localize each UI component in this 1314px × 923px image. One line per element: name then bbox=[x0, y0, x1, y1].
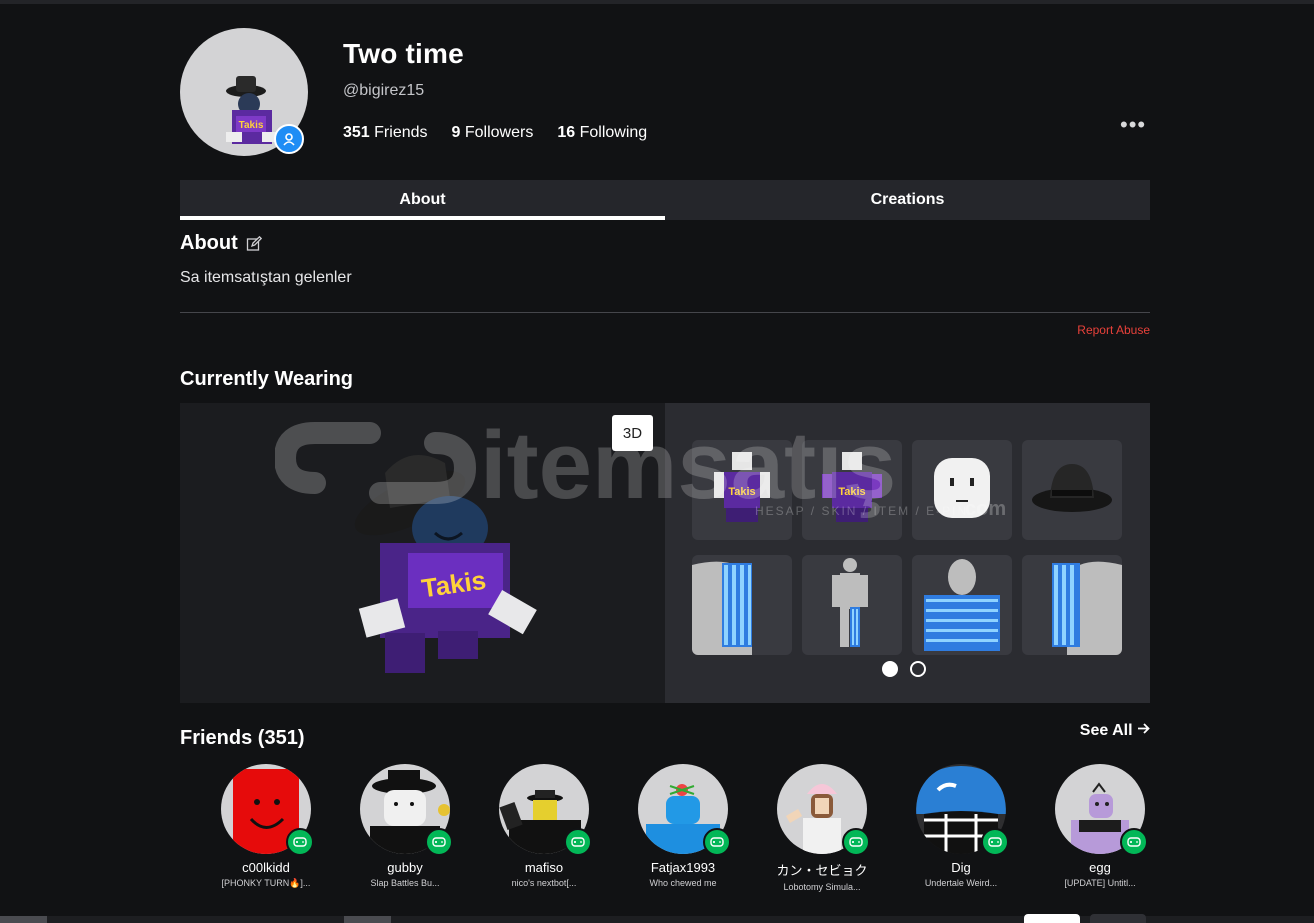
wearing-item-1[interactable]: Takis bbox=[692, 440, 792, 540]
friend-name: gubby bbox=[387, 860, 423, 875]
friend-game: [PHONKY TURN🔥]... bbox=[221, 878, 311, 888]
see-all-friends-link[interactable]: See All bbox=[1080, 722, 1150, 740]
about-heading: About bbox=[180, 232, 262, 255]
username: @bigirez15 bbox=[343, 82, 425, 99]
edit-icon[interactable] bbox=[246, 235, 262, 252]
followers-count[interactable]: 9 Followers bbox=[452, 124, 534, 142]
friend-card[interactable]: egg [UPDATE] Untitl... bbox=[1035, 764, 1165, 888]
friend-name: Dig bbox=[951, 860, 971, 875]
friend-card[interactable]: c00lkidd [PHONKY TURN🔥]... bbox=[201, 764, 331, 889]
svg-text:Takis: Takis bbox=[838, 486, 865, 498]
friend-name: mafiso bbox=[524, 860, 564, 875]
in-game-icon bbox=[286, 828, 314, 856]
friend-card[interactable]: mafiso nico's nextbot[... bbox=[479, 764, 609, 888]
wearing-item-3[interactable] bbox=[912, 440, 1012, 540]
wearing-item-2[interactable]: Takis bbox=[802, 440, 902, 540]
wearing-item-8[interactable] bbox=[1022, 555, 1122, 655]
wearing-item-4[interactable] bbox=[1022, 440, 1122, 540]
following-count[interactable]: 16 Following bbox=[557, 124, 647, 142]
bottom-strip-segment bbox=[344, 916, 391, 923]
in-game-icon bbox=[842, 828, 870, 856]
page-dot-1[interactable] bbox=[882, 661, 898, 677]
display-name: Two time bbox=[343, 38, 464, 69]
in-game-icon bbox=[425, 828, 453, 856]
checker-left-arm-icon bbox=[692, 561, 752, 655]
profile-tabs: About Creations bbox=[180, 180, 1150, 220]
tab-about[interactable]: About bbox=[180, 180, 665, 220]
friends-count[interactable]: 351 Friends bbox=[343, 124, 428, 142]
arrow-right-icon bbox=[1138, 723, 1150, 734]
wearing-item-7[interactable] bbox=[912, 555, 1012, 655]
bottom-strip-segment bbox=[0, 916, 47, 923]
friend-game: nico's nextbot[... bbox=[511, 878, 577, 888]
about-description: Sa itemsatıştan gelenler bbox=[180, 269, 352, 286]
wearing-items-grid: Takis Takis bbox=[665, 403, 1150, 703]
friend-name: Fatjax1993 bbox=[650, 860, 716, 875]
friend-name: カン・セビョク bbox=[776, 863, 868, 878]
pagination-dots bbox=[882, 661, 926, 677]
bottom-tab-stub[interactable] bbox=[1090, 914, 1146, 923]
top-border bbox=[0, 0, 1314, 4]
friend-card[interactable]: Dig Undertale Weird... bbox=[896, 764, 1026, 888]
takis-shirt-icon: Takis bbox=[714, 452, 770, 522]
wearing-item-6[interactable] bbox=[802, 555, 902, 655]
more-options-icon[interactable]: ••• bbox=[1120, 112, 1146, 138]
avatar-render-icon: Takis bbox=[354, 455, 537, 673]
user-badge-icon bbox=[274, 124, 304, 154]
friend-game: Undertale Weird... bbox=[924, 878, 998, 888]
profile-stats: 351 Friends 9 Followers 16 Following bbox=[343, 124, 647, 142]
in-game-icon bbox=[703, 828, 731, 856]
checker-right-arm-icon bbox=[1052, 561, 1122, 655]
in-game-icon bbox=[1120, 828, 1148, 856]
checker-torso-icon bbox=[924, 559, 1000, 651]
fedora-hat-icon bbox=[1032, 464, 1112, 512]
avatar-3d-viewer[interactable]: Takis bbox=[180, 403, 665, 703]
in-game-icon bbox=[981, 828, 1009, 856]
report-abuse-link[interactable]: Report Abuse bbox=[1077, 323, 1150, 337]
tab-creations[interactable]: Creations bbox=[665, 180, 1150, 220]
page-dot-2[interactable] bbox=[910, 661, 926, 677]
friend-card[interactable]: gubby Slap Battles Bu... bbox=[340, 764, 470, 888]
divider bbox=[180, 312, 1150, 313]
friend-name: egg bbox=[1089, 860, 1111, 875]
friend-game: Who chewed me bbox=[649, 878, 717, 888]
svg-text:Takis: Takis bbox=[239, 120, 264, 131]
takis-pants-icon: Takis bbox=[822, 452, 882, 522]
friend-game: [UPDATE] Untitl... bbox=[1064, 878, 1136, 888]
friend-card[interactable]: カン・セビョク Lobotomy Simula... bbox=[757, 764, 887, 892]
currently-wearing-panel: Takis 3D Takis Takis itemsatış HESAP / S… bbox=[180, 403, 1150, 703]
3d-toggle-button[interactable]: 3D bbox=[612, 415, 653, 451]
checker-leg-icon bbox=[832, 558, 868, 647]
wearing-item-5[interactable] bbox=[692, 555, 792, 655]
face-icon bbox=[934, 458, 990, 518]
friend-card[interactable]: Fatjax1993 Who chewed me bbox=[618, 764, 748, 888]
bottom-tab-stub[interactable] bbox=[1024, 914, 1080, 923]
in-game-icon bbox=[564, 828, 592, 856]
currently-wearing-heading: Currently Wearing bbox=[180, 368, 353, 390]
friends-heading: Friends (351) bbox=[180, 727, 305, 749]
friends-list: c00lkidd [PHONKY TURN🔥]... gubby Slap Ba… bbox=[201, 764, 1150, 894]
friend-game: Slap Battles Bu... bbox=[370, 878, 440, 888]
friend-game: Lobotomy Simula... bbox=[783, 882, 861, 892]
friend-name: c00lkidd bbox=[242, 860, 290, 875]
svg-text:Takis: Takis bbox=[728, 486, 755, 498]
